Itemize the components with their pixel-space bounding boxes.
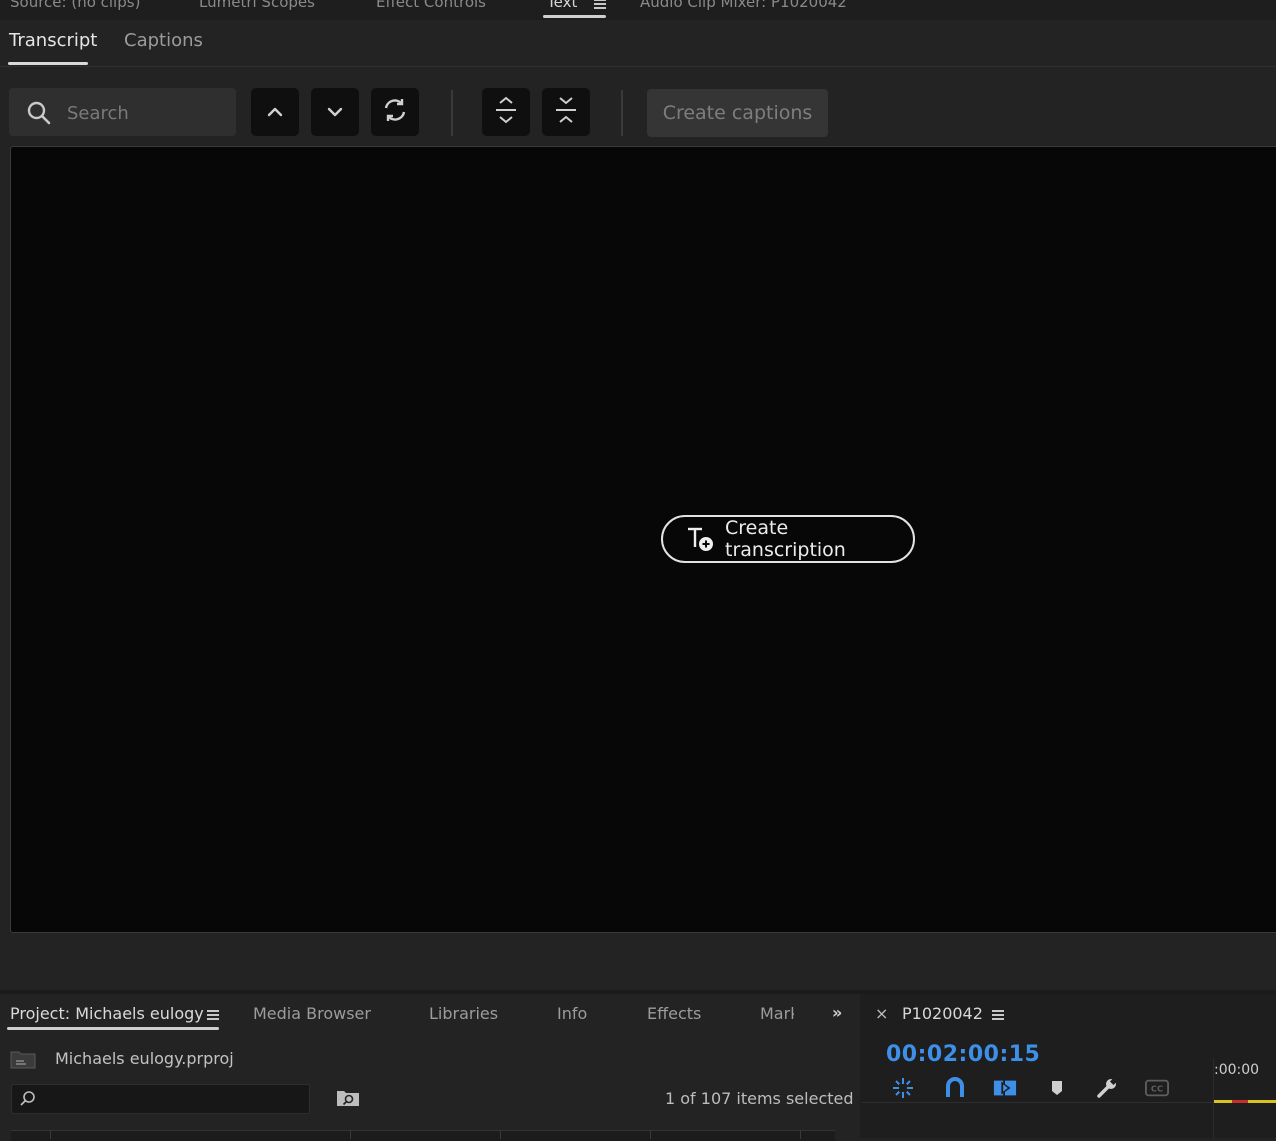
search-icon xyxy=(26,100,52,130)
refresh-icon xyxy=(381,96,409,128)
tab-media-browser[interactable]: Media Browser xyxy=(253,1004,371,1023)
expand-all-button[interactable] xyxy=(482,88,530,136)
close-sequence-icon[interactable]: × xyxy=(875,1004,888,1023)
tab-lumetri-scopes[interactable]: Lumetri Scopes xyxy=(199,0,315,11)
linked-selection-icon[interactable] xyxy=(993,1076,1017,1100)
project-file-name: Michaels eulogy.prproj xyxy=(55,1049,234,1068)
next-result-button[interactable] xyxy=(311,88,359,136)
collapse-all-button[interactable] xyxy=(542,88,590,136)
text-panel-subtabs: Transcript Captions xyxy=(0,20,1276,67)
selection-status: 1 of 107 items selected xyxy=(665,1089,854,1108)
tab-captions[interactable]: Captions xyxy=(124,30,203,51)
tab-effects[interactable]: Effects xyxy=(647,1004,701,1023)
tab-effect-controls[interactable]: Effect Controls xyxy=(376,0,486,11)
add-text-icon xyxy=(685,525,715,553)
svg-text:CC: CC xyxy=(1151,1084,1163,1094)
tab-transcript[interactable]: Transcript xyxy=(9,30,97,51)
expand-all-icon xyxy=(494,95,518,129)
captions-cc-icon[interactable]: CC xyxy=(1145,1076,1169,1100)
panel-tab-strip: Source: (no clips) Lumetri Scopes Effect… xyxy=(0,0,1276,20)
playhead-timecode[interactable]: 00:02:00:15 xyxy=(886,1042,1040,1067)
tab-info[interactable]: Info xyxy=(557,1004,587,1023)
chevron-up-icon xyxy=(266,103,284,122)
ruler-time-label: :00:00 xyxy=(1214,1062,1260,1078)
project-folder-icon xyxy=(10,1049,36,1073)
refresh-button[interactable] xyxy=(371,88,419,136)
tab-text[interactable]: Text xyxy=(547,0,577,11)
nest-icon[interactable] xyxy=(891,1076,915,1100)
active-tab-indicator xyxy=(543,15,606,18)
collapse-all-icon xyxy=(554,95,578,129)
active-tab-indicator xyxy=(7,1027,219,1030)
create-captions-button[interactable]: Create captions xyxy=(647,89,828,137)
find-in-bin-icon[interactable] xyxy=(336,1089,360,1111)
tab-libraries[interactable]: Libraries xyxy=(429,1004,498,1023)
wrench-icon[interactable] xyxy=(1095,1076,1119,1100)
tab-markers[interactable]: Mark xyxy=(760,1004,794,1023)
render-status-bar xyxy=(1232,1100,1248,1103)
toolbar-divider xyxy=(621,90,623,136)
search-icon xyxy=(19,1090,37,1112)
create-transcription-button[interactable]: Create transcription xyxy=(661,515,915,563)
search-input[interactable] xyxy=(65,88,234,138)
transcript-area xyxy=(10,146,1276,933)
create-transcription-label: Create transcription xyxy=(725,517,846,561)
active-subtab-indicator xyxy=(8,62,88,65)
tab-project[interactable]: Project: Michaels eulogy xyxy=(10,1004,204,1023)
snap-magnet-icon[interactable] xyxy=(943,1076,967,1100)
timeline-menu-icon[interactable] xyxy=(992,1010,1004,1020)
chevron-down-icon xyxy=(326,103,344,122)
previous-result-button[interactable] xyxy=(251,88,299,136)
more-tabs-icon[interactable]: » xyxy=(832,1003,842,1022)
project-list-header xyxy=(11,1130,835,1141)
tab-audio-clip-mixer[interactable]: Audio Clip Mixer: P1020042 xyxy=(640,0,847,11)
project-panel-menu-icon[interactable] xyxy=(207,1010,219,1020)
timeline-header-divider xyxy=(862,1102,1212,1103)
tab-source[interactable]: Source: (no clips) xyxy=(10,0,140,11)
toolbar-divider xyxy=(451,90,453,136)
panel-menu-icon[interactable] xyxy=(594,0,606,9)
transcript-search[interactable] xyxy=(9,88,236,138)
add-marker-icon[interactable] xyxy=(1045,1076,1069,1100)
project-search-field[interactable] xyxy=(11,1084,310,1114)
sequence-tab[interactable]: P1020042 xyxy=(902,1004,983,1023)
